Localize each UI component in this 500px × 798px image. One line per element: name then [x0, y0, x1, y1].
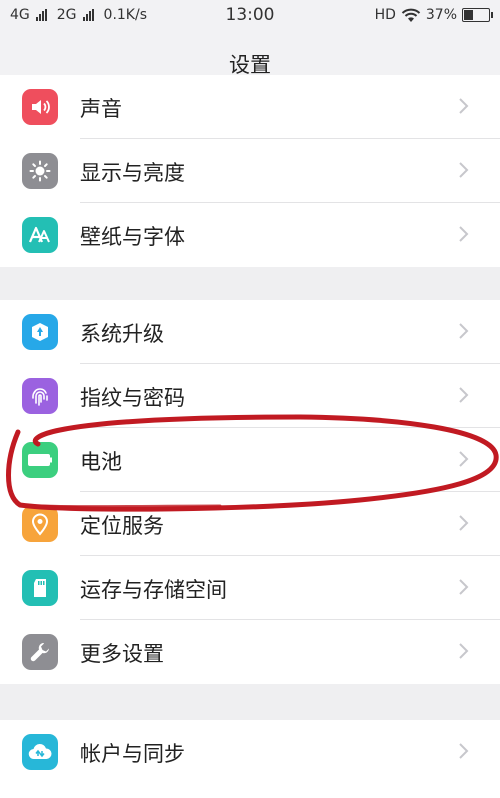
settings-row-label: 定位服务 — [80, 514, 164, 538]
chevron-right-icon — [459, 743, 469, 759]
chevron-right-icon — [459, 515, 469, 531]
settings-group-account: 帐户与同步 — [0, 720, 500, 798]
chevron-right-icon — [459, 226, 469, 242]
settings-row-label: 系统升级 — [80, 322, 164, 346]
settings-row-label: 显示与亮度 — [80, 161, 185, 185]
settings-row-fingerprint-password[interactable]: 指纹与密码 — [0, 364, 500, 428]
settings-group-display: 声音 显示与亮度 壁纸与字体 — [0, 75, 500, 267]
settings-row-wallpaper-font[interactable]: 壁纸与字体 — [0, 203, 500, 267]
settings-row-account-sync[interactable]: 帐户与同步 — [0, 720, 500, 784]
settings-row-battery[interactable]: 电池 — [0, 428, 500, 492]
location-pin-icon — [22, 506, 58, 542]
settings-row-label: 电池 — [80, 450, 122, 474]
settings-row-label: 指纹与密码 — [80, 386, 185, 410]
hd-label: HD — [374, 7, 396, 23]
wifi-icon — [401, 8, 421, 22]
chevron-right-icon — [459, 387, 469, 403]
settings-row-display-brightness[interactable]: 显示与亮度 — [0, 139, 500, 203]
settings-row-label: 运存与存储空间 — [80, 578, 227, 602]
update-icon — [22, 314, 58, 350]
settings-row-more-settings[interactable]: 更多设置 — [0, 620, 500, 684]
chevron-right-icon — [459, 323, 469, 339]
fingerprint-icon — [22, 378, 58, 414]
settings-row-label: 更多设置 — [80, 642, 164, 666]
sd-card-icon — [22, 570, 58, 606]
font-icon — [22, 217, 58, 253]
wrench-icon — [22, 634, 58, 670]
sun-icon — [22, 153, 58, 189]
chevron-right-icon — [459, 643, 469, 659]
battery-percent: 37% — [425, 7, 457, 23]
status-bar: 4G 2G 0.1K/s 13:00 HD 37% — [0, 0, 500, 34]
cloud-sync-icon — [22, 734, 58, 770]
chevron-right-icon — [459, 162, 469, 178]
settings-row-label: 壁纸与字体 — [80, 225, 185, 249]
settings-row-location[interactable]: 定位服务 — [0, 492, 500, 556]
chevron-right-icon — [459, 579, 469, 595]
settings-row-memory-storage[interactable]: 运存与存储空间 — [0, 556, 500, 620]
battery-level-icon — [462, 8, 493, 22]
settings-row-sound[interactable]: 声音 — [0, 75, 500, 139]
chevron-right-icon — [459, 451, 469, 467]
speaker-icon — [22, 89, 58, 125]
status-right: HD 37% — [374, 7, 493, 23]
settings-row-label: 声音 — [80, 97, 122, 121]
chevron-right-icon — [459, 98, 469, 114]
battery-icon — [22, 442, 58, 478]
settings-row-system-update[interactable]: 系统升级 — [0, 300, 500, 364]
settings-group-system: 系统升级 指纹与密码 电池 定位服务 运存与存储空间 更多设置 — [0, 300, 500, 684]
settings-row-label: 帐户与同步 — [80, 742, 185, 766]
